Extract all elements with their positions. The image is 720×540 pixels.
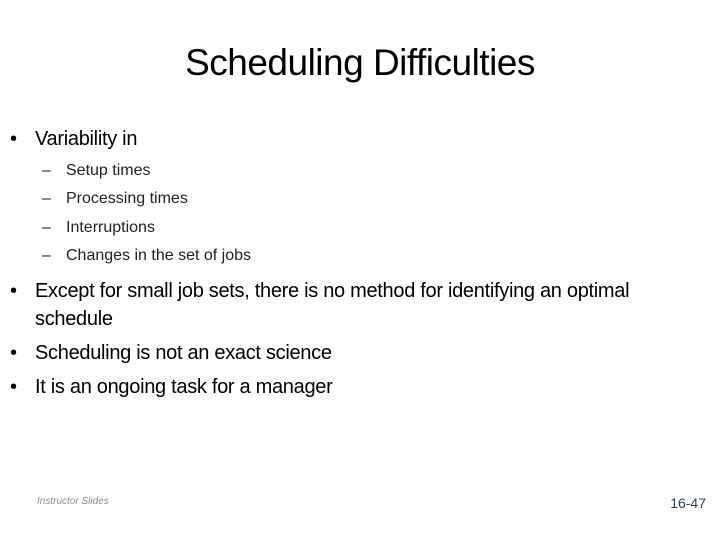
sub-item: – Changes in the set of jobs	[42, 246, 251, 266]
slide: Scheduling Difficulties • Variability in…	[0, 0, 720, 540]
bullet-icon: •	[10, 280, 17, 302]
bullet-icon: •	[10, 342, 17, 364]
dash-icon: –	[42, 190, 51, 207]
dash-icon: –	[42, 247, 51, 264]
bullet-item: • Variability in	[10, 125, 675, 153]
sub-item-text: Changes in the set of jobs	[66, 247, 252, 264]
sub-item: – Interruptions	[42, 218, 155, 238]
bullet-icon: •	[10, 376, 17, 398]
dash-icon: –	[42, 219, 51, 236]
sub-item: – Processing times	[42, 189, 188, 209]
bullet-item: • Except for small job sets, there is no…	[10, 277, 675, 333]
page-number: 16-47	[670, 495, 706, 511]
footer-label: Instructor Slides	[37, 496, 109, 507]
slide-title: Scheduling Difficulties	[185, 42, 535, 83]
bullet-item: • Scheduling is not an exact science	[10, 339, 675, 367]
bullet-item: • It is an ongoing task for a manager	[10, 373, 675, 401]
bullet-text: It is an ongoing task for a manager	[35, 376, 333, 398]
bullet-icon: •	[10, 128, 17, 150]
sub-item: – Setup times	[42, 161, 150, 181]
bullet-text: Variability in	[35, 128, 138, 150]
sub-item-text: Processing times	[66, 190, 188, 207]
bullet-text: Except for small job sets, there is no m…	[35, 280, 630, 330]
sub-item-text: Setup times	[66, 162, 151, 179]
sub-item-text: Interruptions	[66, 219, 155, 236]
bullet-text: Scheduling is not an exact science	[35, 342, 332, 364]
dash-icon: –	[42, 162, 51, 179]
